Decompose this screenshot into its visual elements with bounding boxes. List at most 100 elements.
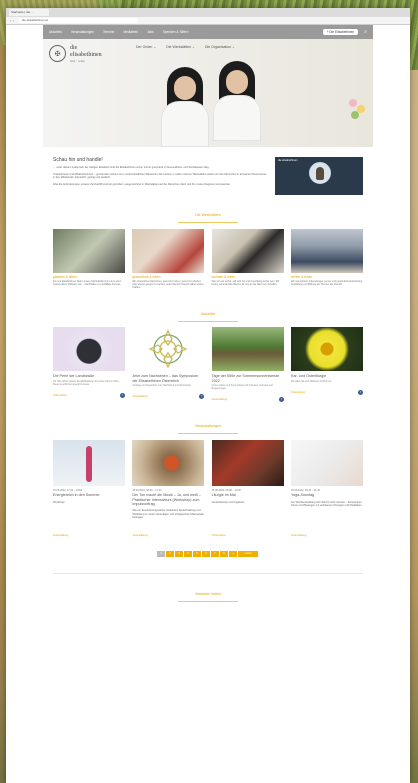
- news-image: [53, 327, 125, 372]
- menu-werkstaetten[interactable]: Die Werkstätten ⌄: [166, 45, 195, 49]
- event-image: [211, 440, 284, 487]
- event-date: 15.09.2022, 09:30 – 11:30: [290, 489, 320, 493]
- menu-organisation[interactable]: Die Organisation ⌄: [205, 45, 235, 49]
- back-icon[interactable]: ‹ ›: [10, 18, 14, 23]
- page-8[interactable]: 8: [220, 551, 228, 558]
- page-next[interactable]: »: [229, 551, 237, 558]
- event-body: Gottesdienste und Angebote: [211, 500, 245, 504]
- event-title[interactable]: Energiereich in den Sommer: [53, 493, 125, 497]
- event-body: Workshop: [53, 500, 65, 504]
- news-tag[interactable]: Ordensleben: [291, 391, 305, 394]
- news-title[interactable]: Kar- und Osterliturgie: [291, 374, 363, 378]
- werkstatt-card[interactable]: lernen & leben Wir unterstützen lebensla…: [290, 228, 363, 290]
- event-title[interactable]: Der Ton macht die Musik – Ja, und weiß –…: [132, 493, 204, 506]
- news-tag[interactable]: Veranstaltung: [212, 398, 227, 401]
- werkstatt-text: Wer wir uns wohnt, soll sich frei und zu…: [211, 279, 280, 287]
- werkstatt-title[interactable]: lernen & leben: [291, 275, 363, 279]
- event-tag[interactable]: Veranstaltung: [291, 534, 306, 537]
- nav-aktuelles[interactable]: Aktuelles: [49, 30, 62, 34]
- intro-video[interactable]: die elisabethinen: [275, 157, 363, 195]
- seal-icon: ✠: [49, 45, 66, 62]
- news-title[interactable]: Jetzt zum Nachsehen – das Symposium der …: [132, 374, 204, 383]
- news-image: [290, 327, 363, 372]
- page-5[interactable]: 5: [193, 551, 201, 558]
- nav-veranstaltungen[interactable]: Veranstaltungen: [71, 30, 94, 34]
- intro-paragraph-1: … unter diesem Leitspruch der heiligen E…: [53, 166, 210, 169]
- event-tag[interactable]: Veranstaltung: [53, 534, 68, 537]
- werkstatt-text: Wir unterstützen Menschen, gesund zu leb…: [132, 279, 204, 290]
- nav-termine[interactable]: Termine: [103, 30, 114, 34]
- page-3[interactable]: 3: [175, 551, 183, 558]
- event-card[interactable]: 15.08.2022, 09:00 – 10:00 Liturgie im Ma…: [211, 440, 284, 519]
- event-card[interactable]: 15.08.2022, 17:00 – 18:00 Energiereich i…: [53, 440, 125, 519]
- page-7[interactable]: 7: [211, 551, 219, 558]
- werkstatt-image: [211, 228, 284, 273]
- event-image: [53, 440, 125, 487]
- elisabethinen-button[interactable]: + Die Elisabethinen: [322, 29, 359, 35]
- werkstatt-image: [53, 228, 125, 273]
- news-tag[interactable]: Ordensleben: [53, 394, 67, 397]
- event-tag[interactable]: Ordensleben: [212, 534, 226, 537]
- event-title[interactable]: Liturgie im Mai: [212, 493, 284, 497]
- section-title-werkstaetten: Die Werkstätten: [195, 213, 221, 217]
- news-card[interactable]: Kar- und Osterliturgie Wir laden Sie zum…: [290, 327, 363, 402]
- browser-tab[interactable]: Startseite | die ...: [9, 9, 49, 16]
- logo[interactable]: ✠ die elisabethinen linz · wien: [49, 45, 102, 65]
- intro-paragraph-3: Was die Anforderungen unserer Zeit betri…: [53, 182, 231, 186]
- news-card[interactable]: Jetzt zum Nachsehen – das Symposium der …: [132, 327, 205, 402]
- werkstatt-title[interactable]: wohnen & leben: [212, 275, 284, 279]
- news-text: Wir laden Sie zum Mitfeiern herzlich ein…: [290, 380, 332, 383]
- hero-banner: ✠ die elisabethinen linz · wien Der Orde…: [43, 39, 373, 147]
- news-title[interactable]: Tage der 500e zur Sommersonnenwende 2022: [212, 374, 284, 383]
- nav-spenden[interactable]: Spenden & Stiften: [163, 30, 189, 34]
- werkstatt-title[interactable]: gesundheit & leben: [132, 275, 204, 279]
- page-6[interactable]: 6: [202, 551, 210, 558]
- event-image: [132, 440, 205, 487]
- werkstatt-card[interactable]: wohnen & leben Wer wir uns wohnt, soll s…: [211, 228, 284, 290]
- events-grid: 15.08.2022, 17:00 – 18:00 Energiereich i…: [43, 434, 373, 519]
- facebook-share-icon[interactable]: f: [199, 394, 205, 400]
- werkstatt-text: Wir unterstützen lebenslanges Lernen und…: [290, 279, 363, 287]
- event-card[interactable]: 15.09.2022, 09:30 – 11:30 Yoga-Sonntag A…: [290, 440, 363, 519]
- menu-orden[interactable]: Der Orden ⌄: [136, 45, 156, 49]
- hero-menu: Der Orden ⌄ Die Werkstätten ⌄ Die Organi…: [136, 45, 245, 49]
- tab-bar: Startseite | die ...: [6, 8, 410, 17]
- werkstaetten-grid: glauben & leben Für uns Elisabethinen bi…: [43, 223, 373, 290]
- facebook-share-icon[interactable]: f: [278, 397, 284, 403]
- nav-mediathek[interactable]: Mediathek: [123, 30, 138, 34]
- werkstatt-card[interactable]: glauben & leben Für uns Elisabethinen bi…: [53, 228, 125, 290]
- event-date: 15.08.2022, 09:00 – 10:00: [211, 489, 241, 493]
- hero-photo-sister-2: [213, 61, 261, 147]
- page-2[interactable]: 2: [166, 551, 174, 558]
- event-card[interactable]: 16.08.2022, 16:00 – 17:00 Der Ton macht …: [132, 440, 205, 519]
- event-tag[interactable]: Veranstaltung: [132, 534, 147, 537]
- nav-jobs[interactable]: Jobs: [147, 30, 154, 34]
- news-image: [132, 327, 205, 372]
- events-footer-row: Veranstaltung Veranstaltung Ordensleben …: [43, 519, 373, 541]
- search-icon[interactable]: ⌕: [364, 29, 367, 35]
- werkstatt-card[interactable]: gesundheit & leben Wir unterstützen Mens…: [132, 228, 205, 290]
- news-grid: Die Perle der Landstraße Vor 300 Jahren …: [43, 321, 373, 403]
- page-4[interactable]: 4: [184, 551, 192, 558]
- news-card[interactable]: Die Perle der Landstraße Vor 300 Jahren …: [53, 327, 125, 402]
- facebook-share-icon[interactable]: f: [357, 389, 363, 395]
- pagination: 1 2 3 4 5 6 7 8 » Letzte: [43, 551, 373, 558]
- werkstatt-title[interactable]: glauben & leben: [53, 275, 125, 279]
- section-veranstaltungen: Veranstaltungen: [43, 414, 373, 435]
- video-title: die elisabethinen: [278, 159, 298, 162]
- event-title[interactable]: Yoga-Sonntag: [291, 493, 363, 497]
- facebook-share-icon[interactable]: f: [120, 393, 125, 399]
- section-aktuelles: Aktuelles: [43, 302, 373, 322]
- section-title-veranstaltungen: Veranstaltungen: [195, 424, 221, 429]
- event-date: 15.08.2022, 17:00 – 18:00: [53, 489, 83, 493]
- divider: [53, 573, 363, 575]
- page-1[interactable]: 1: [157, 551, 165, 558]
- url-field[interactable]: die-elisabethinen.at: [17, 18, 138, 23]
- event-body: Wie ein freudvoll eingesetzte Gedanken S…: [132, 509, 205, 519]
- news-tag[interactable]: Veranstaltung: [132, 395, 147, 398]
- news-card[interactable]: Tage der 500e zur Sommersonnenwende 2022…: [211, 327, 284, 403]
- intro-section: Schau hin und handle! … unter diesem Lei…: [43, 147, 373, 195]
- brand-sub: linz · wien: [70, 59, 85, 63]
- page-last[interactable]: Letzte: [238, 551, 258, 558]
- news-title[interactable]: Die Perle der Landstraße: [53, 374, 125, 378]
